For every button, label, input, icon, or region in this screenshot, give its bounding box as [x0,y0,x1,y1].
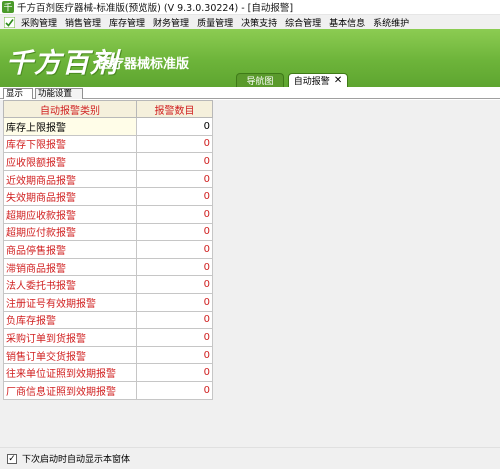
work-area: 自动报警类别 报警数目 库存上限报警 0 库存下限报警 0 应收限额报警 0 近效期商品报警… [0,100,500,447]
check-icon: ✓ [8,453,16,464]
alarm-count-cell[interactable]: 0 [136,240,213,259]
svg-text:千: 千 [3,3,12,14]
column-header-category[interactable]: 自动报警类别 [3,100,137,118]
menu-item-general[interactable]: 综合管理 [282,16,326,29]
column-header-count[interactable]: 报警数目 [136,100,213,118]
table-row[interactable]: 厂商信息证照到效期报警 0 [3,380,213,400]
alarm-count-cell[interactable]: 0 [136,292,213,312]
product-name: 医疗器械标准版 [98,57,190,72]
table-row[interactable]: 超期应收款报警 0 [3,204,213,224]
subtab-strip: 显示 功能设置 [0,87,500,99]
menu-logo-icon [4,16,15,28]
table-row[interactable]: 注册证号有效期报警 0 [3,292,213,312]
alarm-category-cell[interactable]: 超期应付款报警 [3,222,137,242]
bottom-bar: ✓ 下次启动时自动显示本窗体 [0,447,500,469]
alarm-category-cell[interactable]: 滞销商品报警 [3,257,137,277]
table-row[interactable]: 法人委托书报警 0 [3,275,213,294]
table-row[interactable]: 销售订单交货报警 0 [3,345,213,365]
table-row[interactable]: 超期应付款报警 0 [3,222,213,242]
alarm-count-cell[interactable]: 0 [136,257,213,277]
tab-auto-alarm-label: 自动报警 [293,77,330,87]
table-row[interactable]: 往来单位证照到效期报警 0 [3,363,213,382]
alarm-category-cell[interactable]: 法人委托书报警 [3,275,137,294]
title-bar: 千 千方百剂医疗器械-标准版(预览版) (V 9.3.0.30224) - [自… [0,0,500,15]
table-row[interactable]: 应收限额报警 0 [3,152,213,171]
alarm-count-cell[interactable]: 0 [136,117,213,136]
auto-show-checkbox[interactable]: ✓ [7,453,17,464]
alarm-table: 自动报警类别 报警数目 库存上限报警 0 库存下限报警 0 应收限额报警 0 近效期商品报警… [3,100,213,400]
table-row[interactable]: 失效期商品报警 0 [3,187,213,206]
menu-item-basic-info[interactable]: 基本信息 [326,16,370,29]
table-row[interactable]: 库存下限报警 0 [3,134,213,154]
menu-item-finance[interactable]: 财务管理 [150,16,194,29]
alarm-count-cell[interactable]: 0 [136,169,213,189]
auto-show-label: 下次启动时自动显示本窗体 [22,455,131,465]
menu-item-inventory[interactable]: 库存管理 [106,16,150,29]
alarm-count-cell[interactable]: 0 [136,275,213,294]
alarm-count-cell[interactable]: 0 [136,134,213,154]
window-title: 千方百剂医疗器械-标准版(预览版) (V 9.3.0.30224) - [自动报… [17,3,294,14]
tab-navigation-label: 导航图 [246,77,274,87]
table-row[interactable]: 近效期商品报警 0 [3,169,213,189]
alarm-category-cell[interactable]: 销售订单交货报警 [3,345,137,365]
alarm-count-cell[interactable]: 0 [136,363,213,382]
menu-bar: 采购管理 销售管理 库存管理 财务管理 质量管理 决策支持 综合管理 基本信息 … [0,15,500,29]
alarm-count-cell[interactable]: 0 [136,310,213,330]
subtab-show[interactable]: 显示 [3,88,33,99]
menu-item-system[interactable]: 系统维护 [370,16,414,29]
alarm-category-cell[interactable]: 应收限额报警 [3,152,137,171]
table-row[interactable]: 滞销商品报警 0 [3,257,213,277]
subtab-settings[interactable]: 功能设置 [35,88,83,99]
alarm-category-cell[interactable]: 库存上限报警 [3,117,137,136]
menu-item-quality[interactable]: 质量管理 [194,16,238,29]
menu-item-sales[interactable]: 销售管理 [62,16,106,29]
table-row[interactable]: 负库存报警 0 [3,310,213,330]
alarm-category-cell[interactable]: 失效期商品报警 [3,187,137,206]
tab-navigation[interactable]: 导航图 [236,73,284,87]
table-header-row: 自动报警类别 报警数目 [3,100,213,118]
alarm-count-cell[interactable]: 0 [136,345,213,365]
alarm-category-cell[interactable]: 商品停售报警 [3,240,137,259]
alarm-category-cell[interactable]: 近效期商品报警 [3,169,137,189]
alarm-count-cell[interactable]: 0 [136,328,213,347]
tab-auto-alarm[interactable]: 自动报警 ✕ [288,73,348,87]
table-row[interactable]: 商品停售报警 0 [3,240,213,259]
alarm-category-cell[interactable]: 采购订单到货报警 [3,328,137,347]
app-icon: 千 [2,1,14,13]
alarm-count-cell[interactable]: 0 [136,152,213,171]
alarm-category-cell[interactable]: 负库存报警 [3,310,137,330]
alarm-count-cell[interactable]: 0 [136,222,213,242]
alarm-category-cell[interactable]: 库存下限报警 [3,134,137,154]
alarm-category-cell[interactable]: 厂商信息证照到效期报警 [3,380,137,400]
alarm-count-cell[interactable]: 0 [136,187,213,206]
header-banner: 千方百剂 医疗器械标准版 导航图 自动报警 ✕ [0,29,500,87]
alarm-category-cell[interactable]: 注册证号有效期报警 [3,292,137,312]
alarm-count-cell[interactable]: 0 [136,380,213,400]
close-icon[interactable]: ✕ [334,75,342,86]
alarm-count-cell[interactable]: 0 [136,204,213,224]
table-row[interactable]: 采购订单到货报警 0 [3,328,213,347]
alarm-category-cell[interactable]: 超期应收款报警 [3,204,137,224]
alarm-category-cell[interactable]: 往来单位证照到效期报警 [3,363,137,382]
menu-item-purchase[interactable]: 采购管理 [18,16,62,29]
table-row[interactable]: 库存上限报警 0 [3,117,213,136]
menu-item-decision[interactable]: 决策支持 [238,16,282,29]
